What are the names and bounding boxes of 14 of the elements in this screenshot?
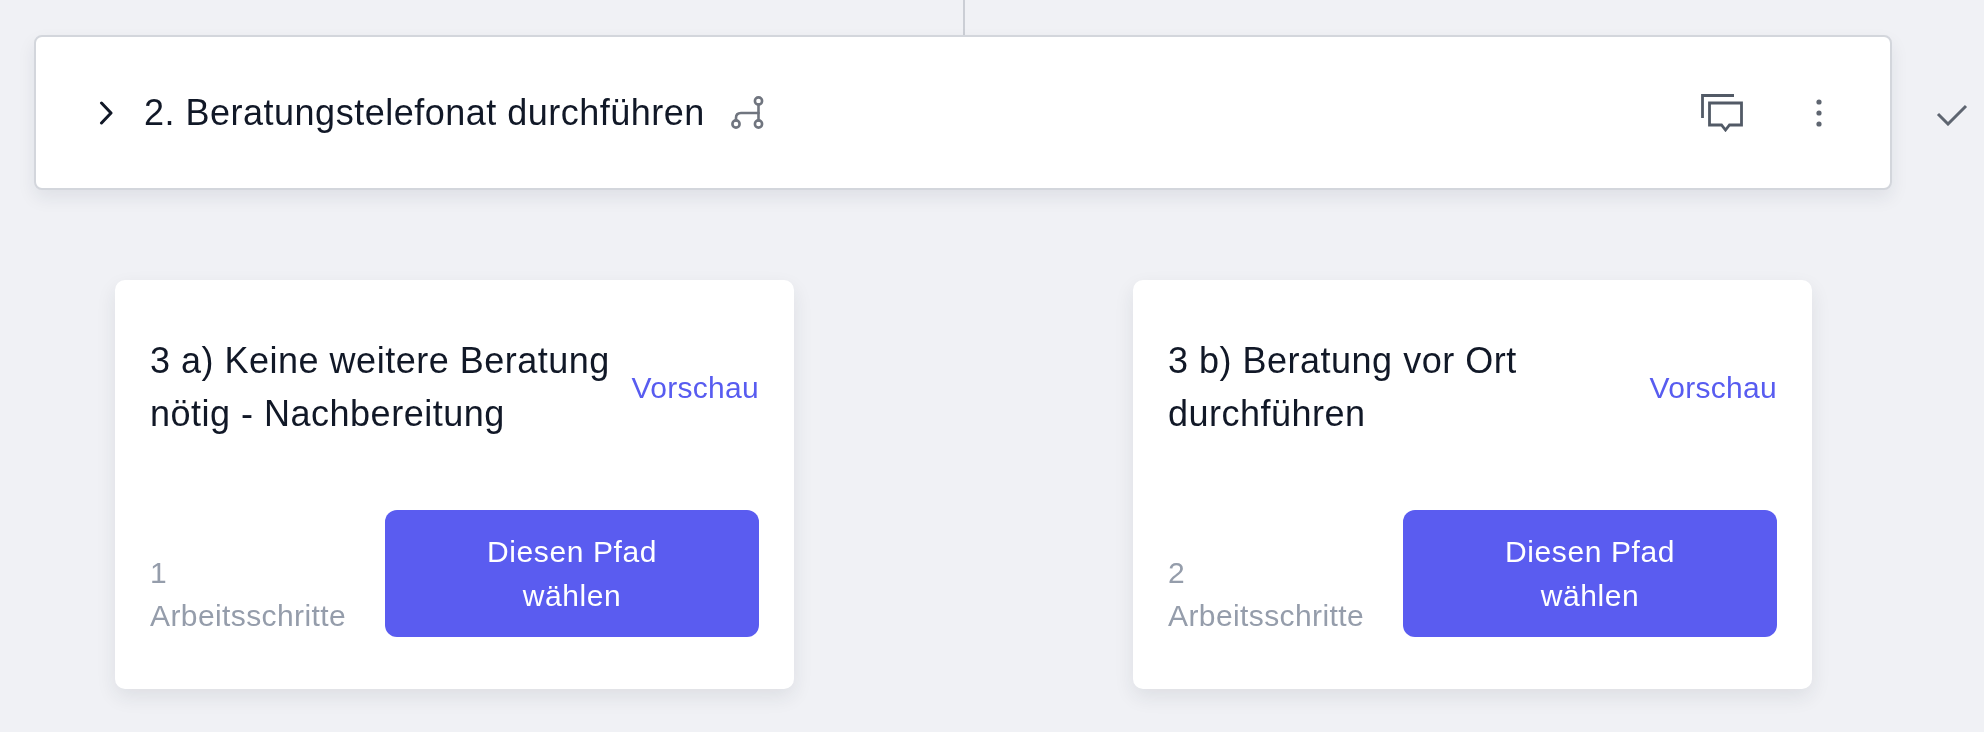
branch-icon — [730, 96, 764, 129]
step-title: 2. Beratungstelefonat durchführen — [144, 91, 705, 134]
choose-path-button[interactable]: Diesen Pfad wählen — [385, 510, 759, 637]
preview-link[interactable]: Vorschau — [1649, 371, 1777, 405]
path-title: 3 b) Beratung vor Ort durchführen — [1168, 339, 1518, 436]
checkmark-icon[interactable] — [1936, 102, 1968, 126]
step-count: 1 Arbeitsschritte — [150, 555, 347, 634]
comments-icon[interactable] — [1701, 93, 1743, 132]
choose-path-button[interactable]: Diesen Pfad wählen — [1403, 510, 1777, 637]
path-title: 3 a) Keine weitere Beratung nötig - Nachbereitung — [150, 339, 611, 436]
kebab-menu-icon[interactable] — [1816, 98, 1822, 127]
chevron-icon[interactable] — [99, 100, 113, 125]
step-count: 2 Arbeitsschritte — [1168, 555, 1365, 634]
preview-link[interactable]: Vorschau — [631, 371, 759, 405]
